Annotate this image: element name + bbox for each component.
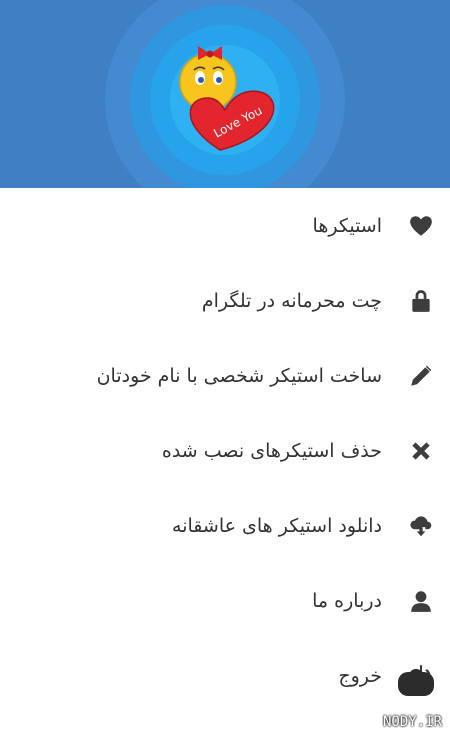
menu-item-label: خروج <box>338 664 382 687</box>
menu-item-label: استیکرها <box>312 214 382 237</box>
menu-item-stickers[interactable]: استیکرها <box>0 188 450 263</box>
menu-item-download-stickers[interactable]: دانلود استیکر های عاشقانه <box>0 488 450 563</box>
menu-item-label: چت محرمانه در تلگرام <box>201 289 382 312</box>
menu-item-label: درباره ما <box>312 589 382 612</box>
menu-item-label: ساخت استیکر شخصی با نام خودتان <box>96 364 382 387</box>
watermark-text: NODY.IR <box>382 714 442 730</box>
drawer-menu: استیکرها چت محرمانه در تلگرام ساخت استیک… <box>0 188 450 713</box>
close-icon <box>406 436 436 466</box>
pencil-icon <box>406 361 436 391</box>
person-icon <box>406 586 436 616</box>
menu-item-label: دانلود استیکر های عاشقانه <box>172 514 382 537</box>
love-emoji-illustration: Love You <box>179 46 275 151</box>
cloud-download-icon <box>406 511 436 541</box>
menu-item-label: حذف استیکرهای نصب شده <box>161 439 382 462</box>
menu-item-about[interactable]: درباره ما <box>0 563 450 638</box>
lock-icon <box>406 286 436 316</box>
heart-icon <box>406 211 436 241</box>
watermark-logo <box>398 669 434 696</box>
menu-item-create-sticker[interactable]: ساخت استیکر شخصی با نام خودتان <box>0 338 450 413</box>
drawer-header: Love You <box>0 0 450 188</box>
menu-item-exit[interactable]: خروج <box>0 638 450 713</box>
menu-item-secret-chat[interactable]: چت محرمانه در تلگرام <box>0 263 450 338</box>
menu-item-delete-stickers[interactable]: حذف استیکرهای نصب شده <box>0 413 450 488</box>
